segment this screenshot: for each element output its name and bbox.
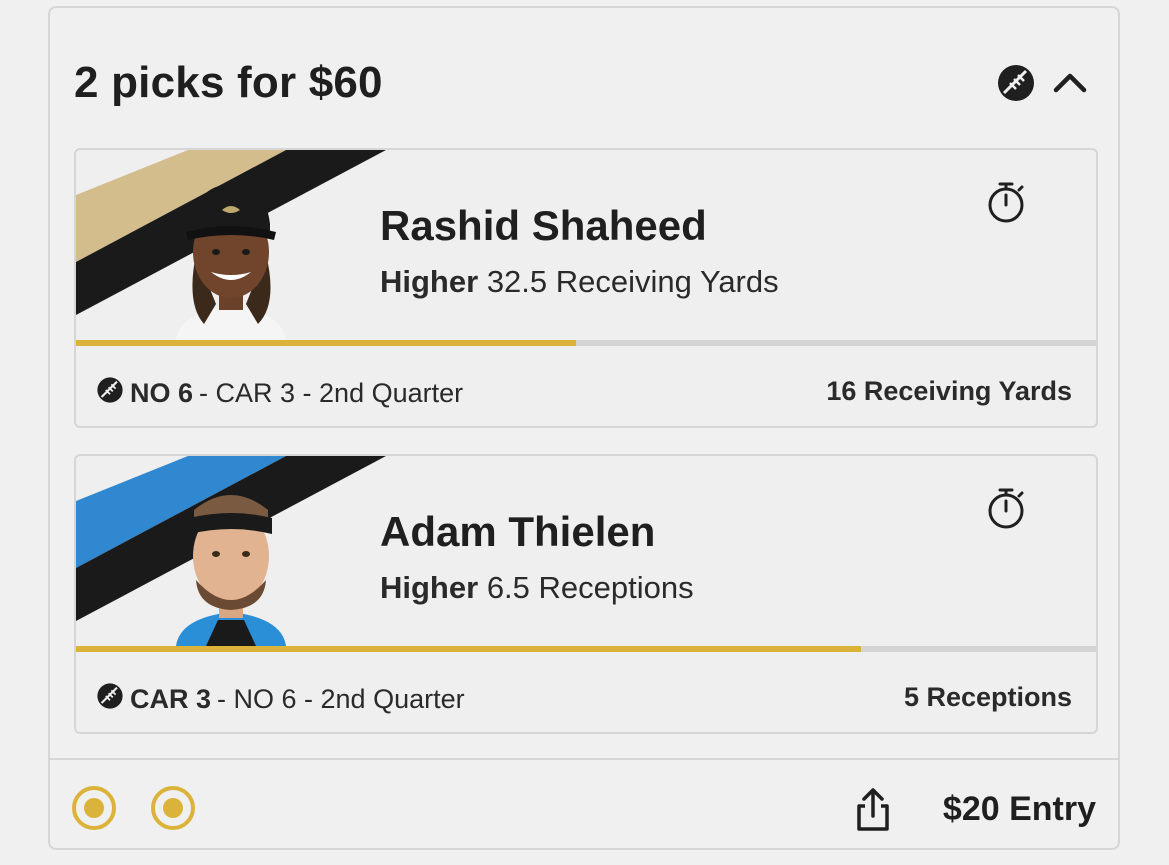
pick-direction: Higher [380,570,479,605]
pick-projection: Higher 6.5 Receptions [380,570,694,606]
player-name: Rashid Shaheed [380,202,707,249]
football-icon [996,63,1036,103]
entry-amount: $20 Entry [942,790,1096,828]
game-team-score: NO 6 [130,378,194,408]
stat-progress-fill [76,340,576,346]
pick-card[interactable]: Rashid Shaheed Higher 32.5 Receiving Yar… [74,148,1098,428]
current-stat: 16 Receiving Yards [826,376,1072,406]
pick-line-value: 32.5 Receiving Yards [486,264,779,299]
pick-line-value: 6.5 Receptions [486,570,694,605]
football-icon [96,376,124,411]
chevron-up-icon[interactable] [1050,63,1090,103]
game-team-score: CAR 3 [130,684,212,714]
player-headshot [176,495,286,646]
stat-progress-bar [76,340,1096,346]
football-icon [96,682,124,717]
footer-divider [50,758,1118,760]
player-headshot [176,184,286,340]
pick-projection: Higher 32.5 Receiving Yards [380,264,779,300]
pick-direction: Higher [380,264,479,299]
game-opponent-period: - CAR 3 - 2nd Quarter [199,378,464,408]
pick-status-indicator [151,786,195,830]
game-status: NO 6 - CAR 3 - 2nd Quarter [96,376,463,411]
pick-card[interactable]: Adam Thielen Higher 6.5 Receptions CAR 3… [74,454,1098,734]
stopwatch-icon[interactable] [986,486,1026,535]
player-name: Adam Thielen [380,508,656,555]
stat-progress-bar [76,646,1096,652]
current-stat: 5 Receptions [903,682,1072,712]
game-status: CAR 3 - NO 6 - 2nd Quarter [96,682,465,717]
pick-status-indicator [72,786,116,830]
entry-card: 2 picks for $60 Rashid Shaheed Higher 32… [48,6,1120,850]
stopwatch-icon[interactable] [986,180,1026,229]
game-opponent-period: - NO 6 - 2nd Quarter [217,684,465,714]
stat-progress-fill [76,646,862,652]
entry-title: 2 picks for $60 [74,58,383,107]
share-icon[interactable] [856,786,890,837]
